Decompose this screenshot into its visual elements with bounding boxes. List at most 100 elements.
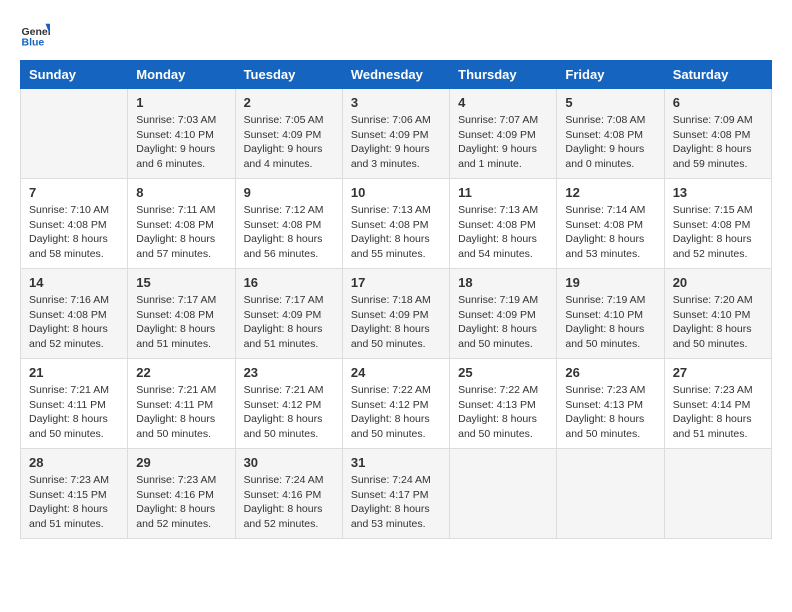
- day-info: Sunrise: 7:06 AMSunset: 4:09 PMDaylight:…: [351, 113, 441, 172]
- calendar-cell: 9 Sunrise: 7:12 AMSunset: 4:08 PMDaylight…: [235, 179, 342, 269]
- day-number: 7: [29, 185, 119, 200]
- calendar-cell: 26 Sunrise: 7:23 AMSunset: 4:13 PMDayligh…: [557, 359, 664, 449]
- calendar-cell: [664, 449, 771, 539]
- day-number: 26: [565, 365, 655, 380]
- day-number: 19: [565, 275, 655, 290]
- day-info: Sunrise: 7:11 AMSunset: 4:08 PMDaylight:…: [136, 203, 226, 262]
- day-info: Sunrise: 7:24 AMSunset: 4:16 PMDaylight:…: [244, 473, 334, 532]
- day-number: 1: [136, 95, 226, 110]
- page-header: General Blue: [20, 20, 772, 50]
- weekday-header-tuesday: Tuesday: [235, 61, 342, 89]
- calendar-cell: 14 Sunrise: 7:16 AMSunset: 4:08 PMDayligh…: [21, 269, 128, 359]
- weekday-header-monday: Monday: [128, 61, 235, 89]
- week-row-3: 14 Sunrise: 7:16 AMSunset: 4:08 PMDayligh…: [21, 269, 772, 359]
- calendar-cell: 8 Sunrise: 7:11 AMSunset: 4:08 PMDaylight…: [128, 179, 235, 269]
- calendar-cell: 16Sunrise: 7:17 AMSunset: 4:09 PMDayligh…: [235, 269, 342, 359]
- logo: General Blue: [20, 20, 54, 50]
- weekday-header-thursday: Thursday: [450, 61, 557, 89]
- day-info: Sunrise: 7:10 AMSunset: 4:08 PMDaylight:…: [29, 203, 119, 262]
- week-row-2: 7 Sunrise: 7:10 AMSunset: 4:08 PMDaylight…: [21, 179, 772, 269]
- week-row-1: 1 Sunrise: 7:03 AMSunset: 4:10 PMDaylight…: [21, 89, 772, 179]
- calendar-cell: 18 Sunrise: 7:19 AMSunset: 4:09 PMDayligh…: [450, 269, 557, 359]
- calendar-cell: [450, 449, 557, 539]
- day-info: Sunrise: 7:08 AMSunset: 4:08 PMDaylight:…: [565, 113, 655, 172]
- day-number: 31: [351, 455, 441, 470]
- calendar-cell: 3 Sunrise: 7:06 AMSunset: 4:09 PMDaylight…: [342, 89, 449, 179]
- weekday-header-wednesday: Wednesday: [342, 61, 449, 89]
- day-info: Sunrise: 7:21 AMSunset: 4:11 PMDaylight:…: [136, 383, 226, 442]
- day-info: Sunrise: 7:22 AMSunset: 4:13 PMDaylight:…: [458, 383, 548, 442]
- weekday-header-saturday: Saturday: [664, 61, 771, 89]
- day-info: Sunrise: 7:19 AMSunset: 4:10 PMDaylight:…: [565, 293, 655, 352]
- day-number: 18: [458, 275, 548, 290]
- day-number: 11: [458, 185, 548, 200]
- day-info: Sunrise: 7:15 AMSunset: 4:08 PMDaylight:…: [673, 203, 763, 262]
- weekday-header-sunday: Sunday: [21, 61, 128, 89]
- day-info: Sunrise: 7:20 AMSunset: 4:10 PMDaylight:…: [673, 293, 763, 352]
- day-number: 13: [673, 185, 763, 200]
- day-info: Sunrise: 7:18 AMSunset: 4:09 PMDaylight:…: [351, 293, 441, 352]
- day-number: 8: [136, 185, 226, 200]
- calendar-cell: 12Sunrise: 7:14 AMSunset: 4:08 PMDayligh…: [557, 179, 664, 269]
- day-number: 25: [458, 365, 548, 380]
- day-info: Sunrise: 7:21 AMSunset: 4:11 PMDaylight:…: [29, 383, 119, 442]
- day-number: 20: [673, 275, 763, 290]
- day-info: Sunrise: 7:23 AMSunset: 4:16 PMDaylight:…: [136, 473, 226, 532]
- day-info: Sunrise: 7:17 AMSunset: 4:08 PMDaylight:…: [136, 293, 226, 352]
- day-info: Sunrise: 7:03 AMSunset: 4:10 PMDaylight:…: [136, 113, 226, 172]
- calendar-table: SundayMondayTuesdayWednesdayThursdayFrid…: [20, 60, 772, 539]
- calendar-cell: 1 Sunrise: 7:03 AMSunset: 4:10 PMDaylight…: [128, 89, 235, 179]
- day-number: 5: [565, 95, 655, 110]
- day-info: Sunrise: 7:13 AMSunset: 4:08 PMDaylight:…: [351, 203, 441, 262]
- calendar-cell: 30 Sunrise: 7:24 AMSunset: 4:16 PMDayligh…: [235, 449, 342, 539]
- day-info: Sunrise: 7:17 AMSunset: 4:09 PMDaylight:…: [244, 293, 334, 352]
- day-number: 24: [351, 365, 441, 380]
- calendar-cell: 13 Sunrise: 7:15 AMSunset: 4:08 PMDayligh…: [664, 179, 771, 269]
- week-row-5: 28 Sunrise: 7:23 AMSunset: 4:15 PMDayligh…: [21, 449, 772, 539]
- day-info: Sunrise: 7:19 AMSunset: 4:09 PMDaylight:…: [458, 293, 548, 352]
- calendar-cell: 27 Sunrise: 7:23 AMSunset: 4:14 PMDayligh…: [664, 359, 771, 449]
- day-number: 4: [458, 95, 548, 110]
- calendar-cell: 2Sunrise: 7:05 AMSunset: 4:09 PMDaylight…: [235, 89, 342, 179]
- day-info: Sunrise: 7:16 AMSunset: 4:08 PMDaylight:…: [29, 293, 119, 352]
- calendar-cell: 19 Sunrise: 7:19 AMSunset: 4:10 PMDayligh…: [557, 269, 664, 359]
- svg-text:Blue: Blue: [22, 37, 45, 49]
- calendar-cell: [21, 89, 128, 179]
- calendar-cell: 6 Sunrise: 7:09 AMSunset: 4:08 PMDaylight…: [664, 89, 771, 179]
- day-number: 6: [673, 95, 763, 110]
- day-info: Sunrise: 7:23 AMSunset: 4:15 PMDaylight:…: [29, 473, 119, 532]
- day-number: 17: [351, 275, 441, 290]
- logo-icon: General Blue: [20, 20, 50, 50]
- day-info: Sunrise: 7:12 AMSunset: 4:08 PMDaylight:…: [244, 203, 334, 262]
- day-info: Sunrise: 7:23 AMSunset: 4:13 PMDaylight:…: [565, 383, 655, 442]
- day-info: Sunrise: 7:23 AMSunset: 4:14 PMDaylight:…: [673, 383, 763, 442]
- calendar-cell: 5 Sunrise: 7:08 AMSunset: 4:08 PMDaylight…: [557, 89, 664, 179]
- calendar-cell: 29 Sunrise: 7:23 AMSunset: 4:16 PMDayligh…: [128, 449, 235, 539]
- day-number: 3: [351, 95, 441, 110]
- calendar-cell: 22 Sunrise: 7:21 AMSunset: 4:11 PMDayligh…: [128, 359, 235, 449]
- day-number: 9: [244, 185, 334, 200]
- day-number: 22: [136, 365, 226, 380]
- day-info: Sunrise: 7:24 AMSunset: 4:17 PMDaylight:…: [351, 473, 441, 532]
- calendar-cell: 23Sunrise: 7:21 AMSunset: 4:12 PMDayligh…: [235, 359, 342, 449]
- calendar-cell: 7 Sunrise: 7:10 AMSunset: 4:08 PMDaylight…: [21, 179, 128, 269]
- day-number: 30: [244, 455, 334, 470]
- day-number: 10: [351, 185, 441, 200]
- calendar-cell: [557, 449, 664, 539]
- day-number: 14: [29, 275, 119, 290]
- weekday-header-friday: Friday: [557, 61, 664, 89]
- day-info: Sunrise: 7:09 AMSunset: 4:08 PMDaylight:…: [673, 113, 763, 172]
- week-row-4: 21 Sunrise: 7:21 AMSunset: 4:11 PMDayligh…: [21, 359, 772, 449]
- calendar-cell: 15 Sunrise: 7:17 AMSunset: 4:08 PMDayligh…: [128, 269, 235, 359]
- day-info: Sunrise: 7:21 AMSunset: 4:12 PMDaylight:…: [244, 383, 334, 442]
- day-number: 15: [136, 275, 226, 290]
- day-number: 27: [673, 365, 763, 380]
- day-number: 28: [29, 455, 119, 470]
- calendar-cell: 10 Sunrise: 7:13 AMSunset: 4:08 PMDayligh…: [342, 179, 449, 269]
- day-number: 2: [244, 95, 334, 110]
- calendar-cell: 25 Sunrise: 7:22 AMSunset: 4:13 PMDayligh…: [450, 359, 557, 449]
- day-info: Sunrise: 7:14 AMSunset: 4:08 PMDaylight:…: [565, 203, 655, 262]
- day-number: 29: [136, 455, 226, 470]
- calendar-cell: 11Sunrise: 7:13 AMSunset: 4:08 PMDayligh…: [450, 179, 557, 269]
- day-number: 21: [29, 365, 119, 380]
